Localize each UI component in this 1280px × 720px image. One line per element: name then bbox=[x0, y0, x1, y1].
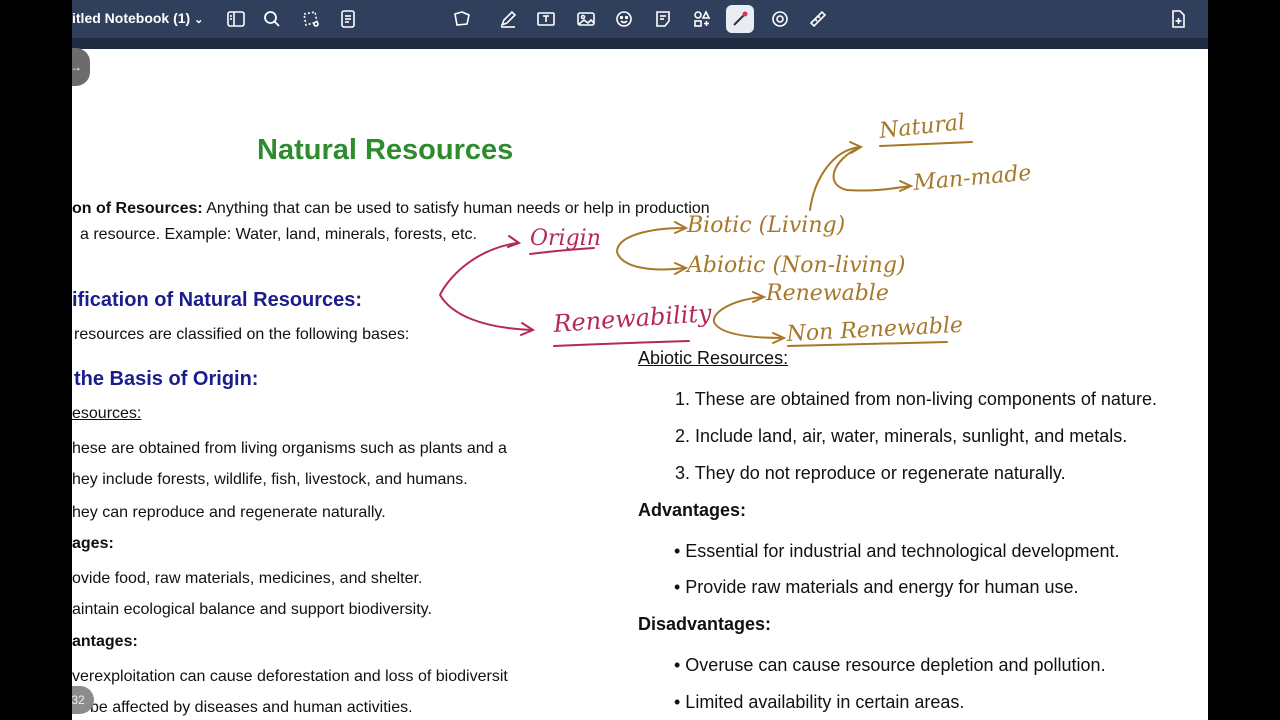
hw-non-renewable: Non Renewable bbox=[785, 313, 964, 347]
toolbar-shadow bbox=[72, 38, 1208, 49]
list-item: hese are obtained from living organisms … bbox=[72, 440, 507, 457]
page-title: Natural Resources bbox=[257, 134, 514, 166]
origin-underline bbox=[529, 247, 595, 255]
list-item: hey include forests, wildlife, fish, liv… bbox=[72, 471, 468, 488]
lasso-icon[interactable] bbox=[296, 5, 324, 33]
ruler-icon[interactable] bbox=[804, 5, 832, 33]
definition-text: Anything that can be used to satisfy hum… bbox=[202, 200, 710, 217]
classification-heading: ification of Natural Resources: bbox=[72, 289, 363, 311]
classification-text: resources are classified on the followin… bbox=[74, 326, 410, 343]
biotic-disadvantages-heading: antages: bbox=[72, 633, 138, 650]
sticker-icon[interactable] bbox=[610, 5, 638, 33]
document-icon[interactable] bbox=[334, 5, 362, 33]
hw-renewability: Renewability bbox=[551, 299, 712, 338]
notebook-app: itled Notebook (1) ⌄ → Natural Resources… bbox=[72, 0, 1208, 720]
abiotic-advantages-heading: Advantages: bbox=[638, 500, 747, 520]
list-item: • Overuse can cause resource depletion a… bbox=[674, 655, 1106, 675]
hw-origin: Origin bbox=[530, 226, 601, 251]
list-item: aintain ecological balance and support b… bbox=[72, 601, 432, 618]
origin-brace bbox=[615, 227, 685, 271]
list-item: 3. They do not reproduce or regenerate n… bbox=[675, 463, 1066, 483]
natural-underline bbox=[879, 141, 973, 147]
list-item: verexploitation can cause deforestation … bbox=[72, 668, 508, 685]
hw-biotic: Biotic (Living) bbox=[686, 213, 845, 238]
list-item: be affected by diseases and human activi… bbox=[90, 699, 413, 716]
natural-brace bbox=[809, 146, 911, 211]
notebook-title-text: itled Notebook (1) bbox=[72, 10, 191, 26]
list-item: ovide food, raw materials, medicines, an… bbox=[72, 570, 423, 587]
text-box-icon[interactable] bbox=[532, 5, 560, 33]
shapes-icon[interactable] bbox=[448, 5, 476, 33]
origin-heading: the Basis of Origin: bbox=[74, 368, 259, 390]
nonrenewable-underline bbox=[787, 341, 948, 347]
pink-arrow-head-top bbox=[507, 235, 522, 248]
record-icon[interactable] bbox=[766, 5, 794, 33]
laser-pointer-icon[interactable] bbox=[726, 5, 754, 33]
note-icon[interactable] bbox=[649, 5, 677, 33]
hw-man-made: Man-made bbox=[911, 161, 1032, 196]
arrow-renewable bbox=[752, 291, 767, 303]
sidebar-icon[interactable] bbox=[222, 5, 250, 33]
renewability-underline bbox=[553, 340, 690, 347]
list-item: • Provide raw materials and energy for h… bbox=[674, 577, 1079, 597]
abiotic-disadvantages-heading: Disadvantages: bbox=[638, 614, 772, 634]
list-item: • Limited availability in certain areas. bbox=[674, 692, 965, 712]
abiotic-heading: Abiotic Resources: bbox=[638, 348, 789, 368]
list-item: 1. These are obtained from non-living co… bbox=[675, 389, 1157, 409]
notebook-title[interactable]: itled Notebook (1) ⌄ bbox=[72, 10, 203, 26]
biotic-advantages-heading: ages: bbox=[72, 535, 114, 552]
hw-natural: Natural bbox=[877, 110, 966, 144]
arrow-natural bbox=[849, 141, 864, 154]
arrow-abiotic bbox=[674, 262, 689, 275]
elements-icon[interactable] bbox=[688, 5, 716, 33]
top-toolbar: itled Notebook (1) ⌄ bbox=[72, 0, 1208, 38]
hw-abiotic: Abiotic (Non-living) bbox=[685, 253, 906, 278]
pink-brace bbox=[438, 242, 533, 331]
biotic-heading: esources: bbox=[72, 405, 142, 422]
definition-line-2: a resource. Example: Water, land, minera… bbox=[80, 226, 477, 243]
arrow-nonrenewable bbox=[772, 332, 787, 344]
hw-renewable: Renewable bbox=[765, 281, 889, 306]
arrow-manmade bbox=[899, 180, 914, 192]
add-page-icon[interactable] bbox=[1164, 5, 1192, 33]
image-icon[interactable] bbox=[572, 5, 600, 33]
list-item: 2. Include land, air, water, minerals, s… bbox=[675, 426, 1128, 446]
chevron-down-icon: ⌄ bbox=[194, 14, 204, 26]
pink-arrow-head-bottom bbox=[520, 322, 536, 336]
definition-line: on of Resources: Anything that can be us… bbox=[72, 200, 710, 218]
pen-icon[interactable] bbox=[494, 5, 522, 33]
arrow-right-icon: → bbox=[72, 60, 82, 74]
renewability-brace bbox=[712, 296, 785, 339]
search-icon[interactable] bbox=[258, 5, 286, 33]
collapse-sidebar-button[interactable]: → bbox=[72, 48, 90, 86]
arrow-biotic bbox=[674, 221, 689, 234]
list-item: hey can reproduce and regenerate natural… bbox=[72, 504, 386, 521]
list-item: • Essential for industrial and technolog… bbox=[674, 541, 1120, 561]
definition-label: on of Resources: bbox=[72, 200, 203, 217]
